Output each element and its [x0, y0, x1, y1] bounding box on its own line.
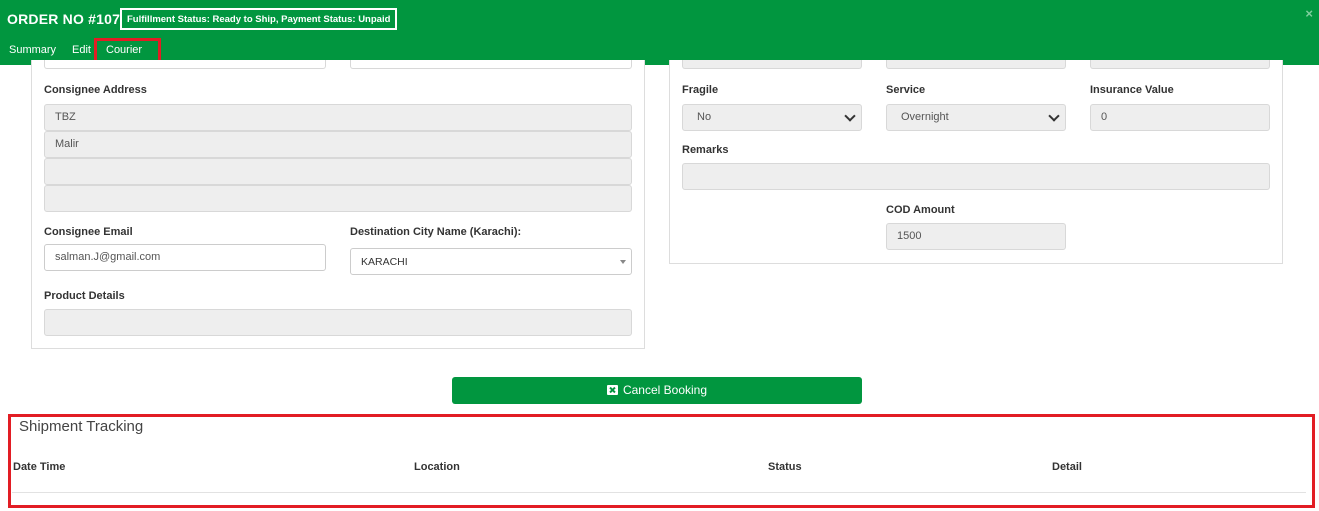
tab-summary[interactable]: Summary — [9, 44, 56, 56]
close-square-icon — [606, 385, 618, 395]
status-badge: Fulfillment Status: Ready to Ship, Payme… — [120, 8, 398, 30]
fragile-label: Fragile — [682, 84, 719, 96]
product-details-label: Product Details — [44, 290, 125, 302]
service-label: Service — [886, 84, 926, 96]
destination-city-select[interactable]: KARACHI — [350, 248, 632, 275]
chevron-down-icon — [1048, 110, 1060, 122]
tab-edit[interactable]: Edit — [72, 44, 91, 56]
chevron-down-icon — [844, 110, 856, 122]
cancel-booking-button[interactable]: Cancel Booking — [452, 377, 862, 404]
service-value: Overnight — [901, 111, 949, 123]
caret-down-icon — [620, 260, 626, 264]
fragile-select[interactable]: No — [682, 104, 862, 131]
insurance-value-field[interactable]: 0 — [1090, 104, 1270, 131]
insurance-value-label: Insurance Value — [1090, 84, 1174, 96]
address-line-2[interactable]: Malir — [44, 131, 632, 158]
field-stub — [44, 60, 326, 69]
cod-amount-label: COD Amount — [886, 204, 955, 216]
field-stub — [350, 60, 632, 69]
highlight-shipment-tracking — [8, 414, 1315, 508]
order-header: ORDER NO #107 Fulfillment Status: Ready … — [0, 0, 1319, 65]
close-icon[interactable]: × — [1305, 6, 1313, 21]
remarks-field[interactable] — [682, 163, 1270, 190]
product-details-field[interactable] — [44, 309, 632, 336]
address-line-4[interactable] — [44, 185, 632, 212]
cod-amount-field[interactable]: 1500 — [886, 223, 1066, 250]
address-line-1[interactable]: TBZ — [44, 104, 632, 131]
consignee-email-label: Consignee Email — [44, 226, 133, 238]
address-line-3[interactable] — [44, 158, 632, 185]
field-stub — [1090, 60, 1270, 69]
service-select[interactable]: Overnight — [886, 104, 1066, 131]
fragile-value: No — [697, 111, 712, 123]
remarks-label: Remarks — [682, 144, 729, 156]
destination-city-value: KARACHI — [361, 256, 408, 268]
field-stub — [682, 60, 862, 69]
consignee-address-label: Consignee Address — [44, 84, 147, 96]
destination-city-label: Destination City Name (Karachi): — [350, 226, 522, 238]
field-stub — [886, 60, 1066, 69]
cancel-booking-label: Cancel Booking — [622, 383, 708, 397]
order-title: ORDER NO #107 — [7, 11, 121, 27]
consignee-email-field[interactable]: salman.J@gmail.com — [44, 244, 326, 271]
